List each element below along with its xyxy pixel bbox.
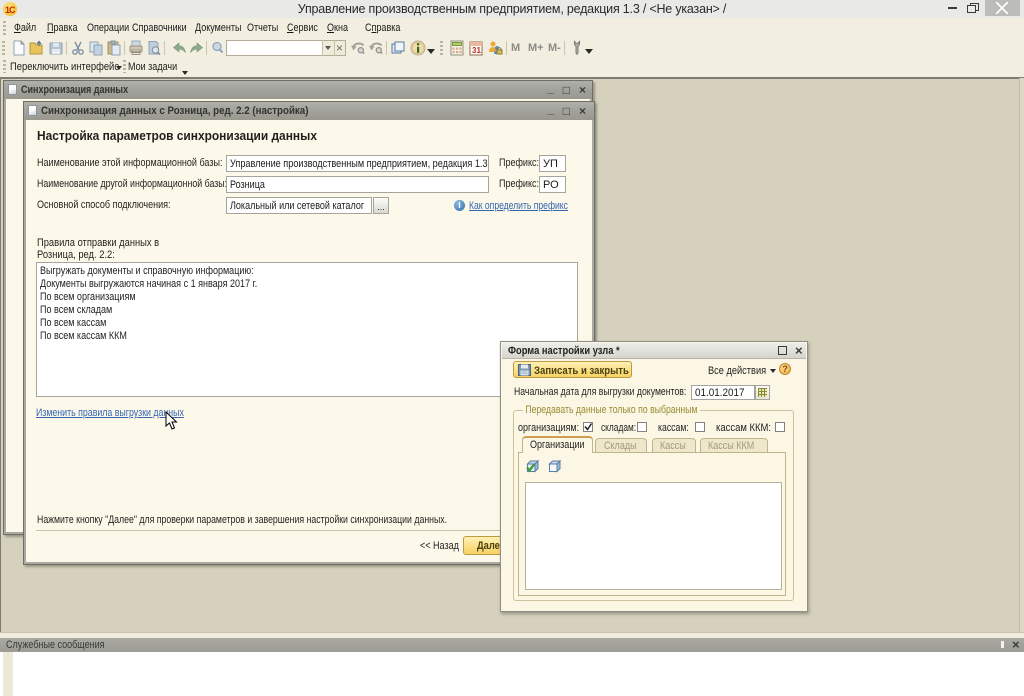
svg-text:31: 31 — [472, 46, 481, 55]
